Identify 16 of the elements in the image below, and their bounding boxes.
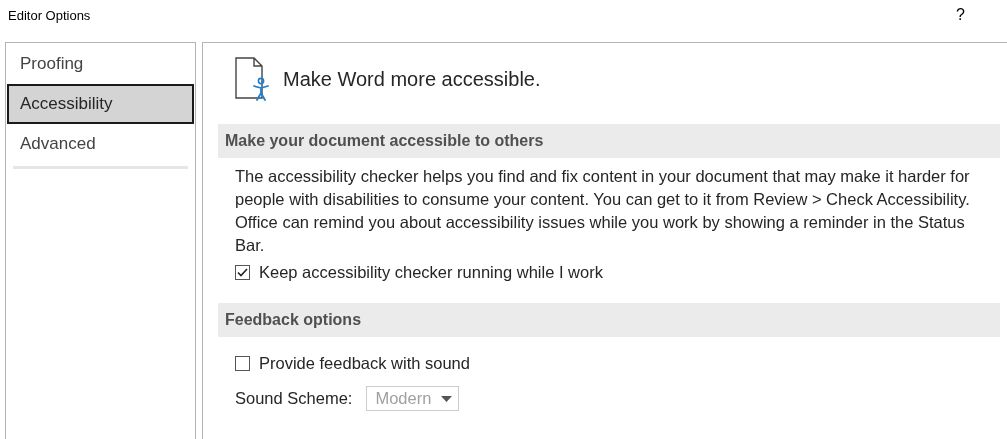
window-title: Editor Options xyxy=(8,7,91,23)
page-heading: Make Word more accessible. xyxy=(283,67,541,91)
dropdown-label: Sound Scheme: xyxy=(235,389,353,408)
checkbox-label: Keep accessibility checker running while I work xyxy=(259,263,603,282)
dropdown-caret-icon xyxy=(441,395,453,402)
section-header: Feedback options xyxy=(218,303,1000,337)
description-text: The accessibility checker helps you find and fix content in your document that may make it harder for people with disabilities to consume your content. You can get to it from Review > Check Accessibility. Office can remind you about accessibility issues while you work by showing a reminder in the Status Bar. xyxy=(235,166,971,256)
checkbox-label: Provide feedback with sound xyxy=(259,354,470,373)
checkbox[interactable] xyxy=(235,265,250,280)
sidebar-item[interactable]: Advanced xyxy=(7,124,194,164)
checkbox[interactable] xyxy=(235,356,250,371)
sidebar-item[interactable]: Proofing xyxy=(7,44,194,84)
section-header: Make your document accessible to others xyxy=(218,124,1000,158)
help-button[interactable]: ? xyxy=(956,6,965,24)
sidebar-item[interactable]: Accessibility xyxy=(7,84,194,124)
document-accessibility-icon xyxy=(235,57,269,101)
